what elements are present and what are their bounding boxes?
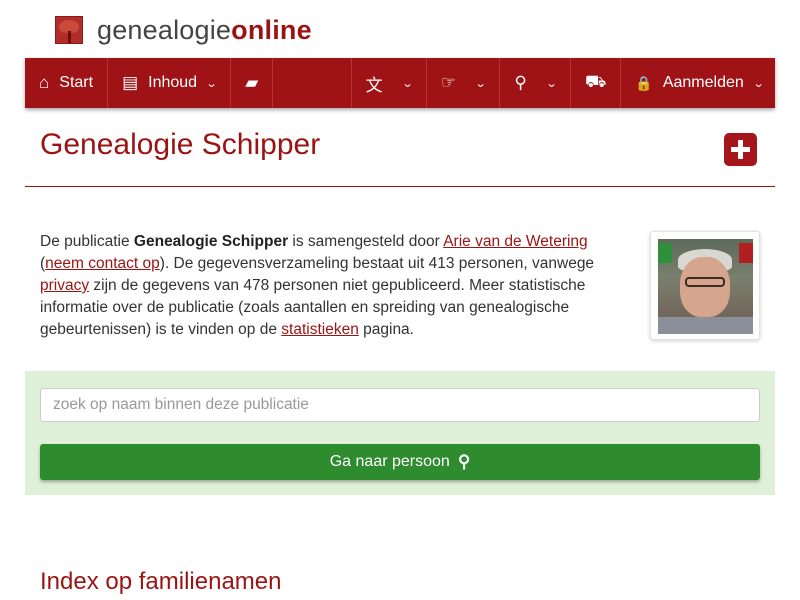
go-to-person-label: Ga naar persoon — [329, 453, 450, 470]
brand-name-part2: online — [231, 15, 312, 45]
nav-inhoud-label: Inhoud — [148, 74, 198, 91]
nav-start[interactable]: ⌂ Start — [25, 58, 109, 108]
surname-index-title: Index op familienamen — [40, 568, 282, 595]
page-title: Genealogie Schipper — [40, 128, 321, 161]
nav-spacer — [273, 58, 352, 108]
cart-icon: ⛟ — [585, 72, 607, 91]
chevron-down-icon: ⌄ — [545, 77, 558, 90]
lock-icon: 🔒 — [635, 74, 653, 91]
nav-share[interactable]: ☞ ⌄ — [427, 58, 501, 108]
nav-cart[interactable]: ⛟ — [571, 58, 622, 108]
statistics-link[interactable]: statistieken — [281, 321, 359, 338]
chevron-down-icon: ⌄ — [474, 77, 487, 90]
author-photo — [658, 239, 753, 334]
intro-text: ). De gegevensverzameling bestaat uit 41… — [159, 255, 595, 272]
intro-text: is samengesteld door — [288, 233, 444, 250]
search-icon: ⚲ — [457, 452, 471, 471]
nav-login[interactable]: 🔒 Aanmelden ⌄ — [621, 58, 775, 108]
go-to-person-button[interactable]: Ga naar persoon ⚲ — [40, 444, 760, 480]
title-divider — [25, 186, 775, 187]
author-avatar[interactable] — [650, 231, 760, 340]
plus-square-icon[interactable] — [724, 133, 757, 166]
chevron-down-icon: ⌄ — [205, 77, 218, 90]
person-search-input[interactable] — [40, 388, 760, 422]
nav-language[interactable]: 文 ⌄ — [352, 58, 427, 108]
publication-intro: De publicatie Genealogie Schipper is sam… — [40, 231, 630, 341]
tree-icon — [55, 16, 83, 44]
chevron-down-icon: ⌄ — [401, 77, 414, 90]
publication-name: Genealogie Schipper — [133, 233, 289, 250]
translate-icon: 文 — [365, 75, 383, 95]
book-icon: ▤ — [122, 73, 139, 92]
nav-login-label: Aanmelden — [662, 74, 744, 91]
comments-icon: ▰ — [245, 73, 259, 92]
contact-link[interactable]: neem contact op — [45, 255, 160, 272]
main-navbar: ⌂ Start ▤ Inhoud ⌄ ▰ 文 ⌄ ☞ ⌄ ⚲ ⌄ ⛟ 🔒 Aan… — [25, 58, 775, 108]
home-icon: ⌂ — [39, 73, 50, 92]
person-search-panel: Ga naar persoon ⚲ — [25, 371, 775, 495]
author-link[interactable]: Arie van de Wetering — [443, 233, 587, 250]
hand-point-icon: ☞ — [440, 73, 457, 92]
brand-name: genealogieonline — [97, 12, 312, 48]
site-logo[interactable]: genealogieonline — [55, 12, 312, 48]
nav-start-label: Start — [59, 74, 94, 91]
nav-search[interactable]: ⚲ ⌄ — [500, 58, 571, 108]
search-icon: ⚲ — [514, 73, 527, 92]
chevron-down-icon: ⌄ — [752, 77, 765, 90]
privacy-link[interactable]: privacy — [40, 277, 89, 294]
nav-chat[interactable]: ▰ — [231, 58, 274, 108]
intro-text: pagina. — [358, 321, 414, 338]
brand-name-part1: genealogie — [97, 15, 232, 45]
nav-inhoud[interactable]: ▤ Inhoud ⌄ — [108, 58, 232, 108]
intro-text: De publicatie — [40, 233, 134, 250]
